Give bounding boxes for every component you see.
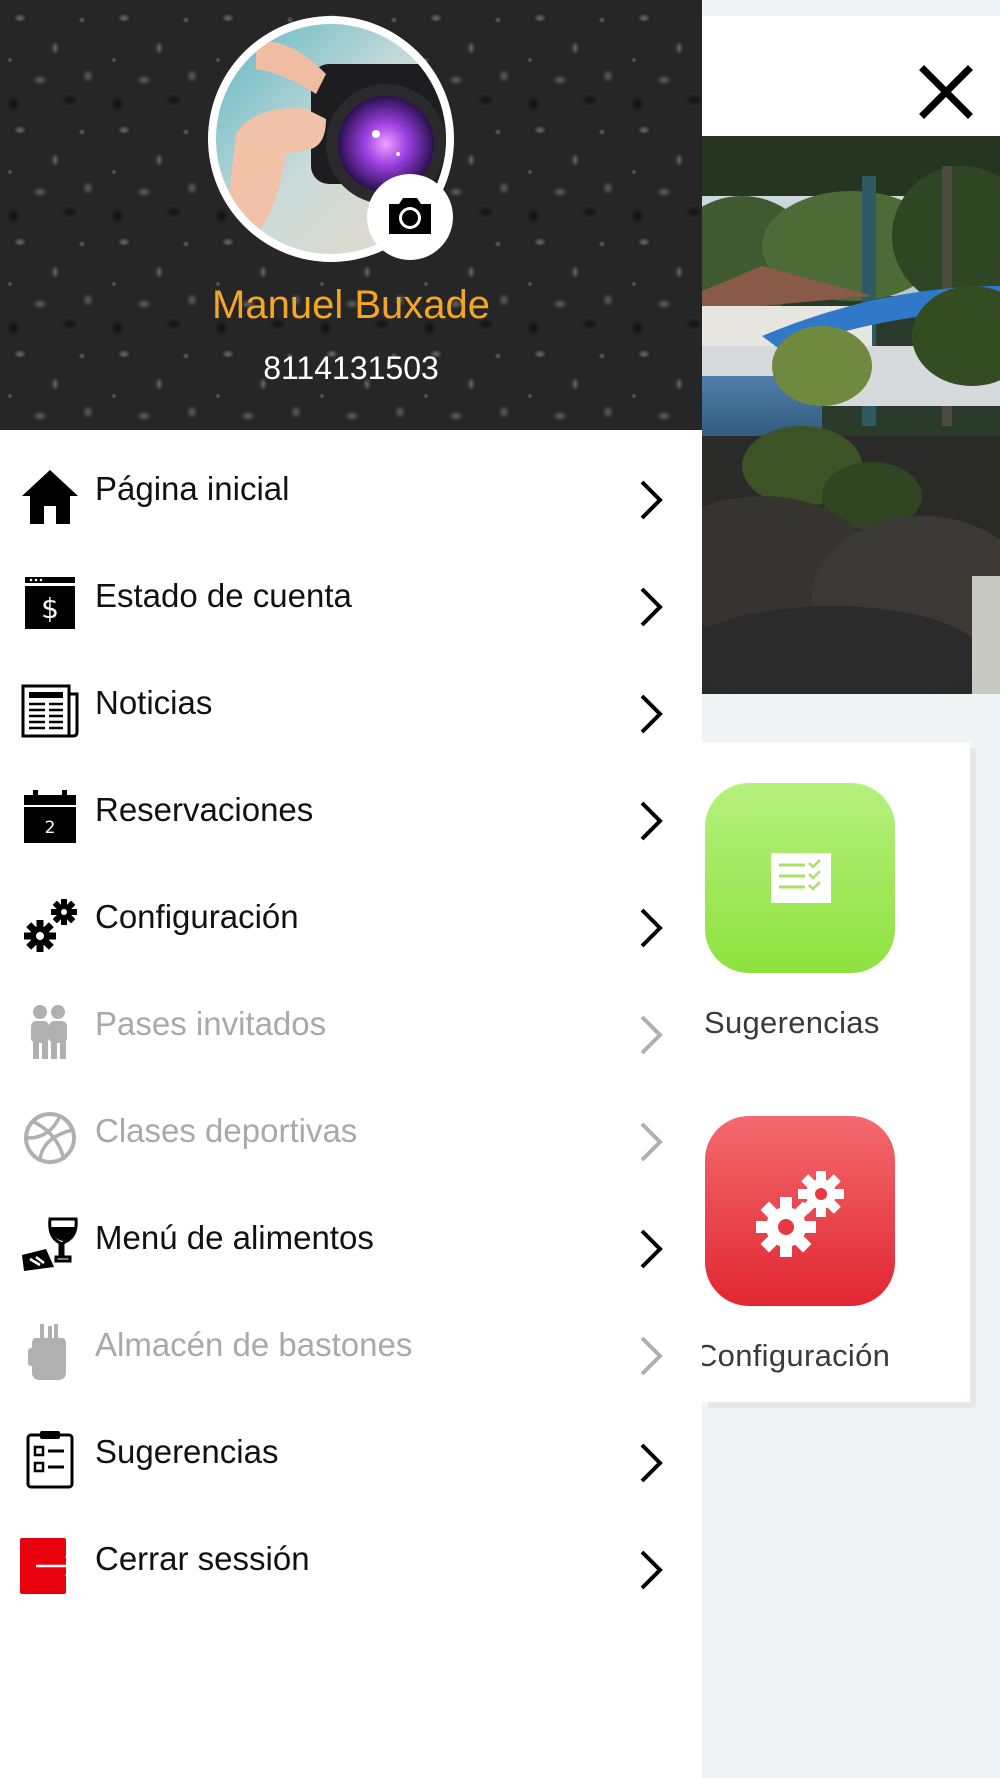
configuracion-tile-button[interactable]: [705, 1116, 895, 1306]
logout-icon: [20, 1538, 78, 1594]
camera-icon: [389, 198, 431, 234]
menu-item-configuracion[interactable]: Configuración: [0, 858, 702, 965]
change-photo-button[interactable]: [367, 174, 453, 260]
background-top-bar: [702, 16, 1000, 136]
menu-item-label: Cerrar sessión: [95, 1540, 310, 1577]
newspaper-icon: [21, 684, 79, 738]
menu-item-label: Menú de alimentos: [95, 1219, 374, 1256]
menu-item-menu-de-alimentos[interactable]: Menú de alimentos: [0, 1179, 702, 1286]
configuracion-tile-label: Configuración: [695, 1338, 891, 1373]
chevron-right-icon: [640, 587, 663, 627]
suggestions-list-icon: [771, 853, 831, 903]
sports-ball-icon: [24, 1112, 76, 1164]
guests-icon: [31, 1005, 67, 1059]
sugerencias-tile-button[interactable]: [705, 783, 895, 973]
svg-text:$: $: [41, 592, 59, 625]
menu-item-label: Almacén de bastones: [95, 1326, 413, 1363]
sugerencias-tile-label: Sugerencias: [704, 1005, 880, 1040]
menu-item-label: Pases invitados: [95, 1005, 327, 1042]
svg-text:2: 2: [45, 818, 56, 838]
menu-item-label: Noticias: [95, 684, 213, 721]
gears-icon: [24, 899, 77, 952]
menu-item-label: Configuración: [95, 898, 299, 935]
menu-item-label: Página inicial: [95, 470, 290, 507]
menu-item-label: Sugerencias: [95, 1433, 279, 1470]
calendar-icon: 2: [24, 790, 76, 843]
chevron-right-icon: [640, 1229, 663, 1269]
chevron-right-icon: [640, 694, 663, 734]
menu-item-sugerencias[interactable]: Sugerencias: [0, 1393, 702, 1500]
chevron-right-icon: [640, 1336, 663, 1376]
chevron-right-icon: [640, 1015, 663, 1055]
chevron-right-icon: [640, 1550, 663, 1590]
golf-bag-icon: [28, 1324, 66, 1380]
side-drawer: Manuel Buxade 8114131503 Página inicial …: [0, 0, 702, 1778]
menu-item-noticias[interactable]: Noticias: [0, 644, 702, 751]
menu-item-label: Estado de cuenta: [95, 577, 352, 614]
close-icon: [919, 65, 973, 119]
menu-item-pagina-inicial[interactable]: Página inicial: [0, 430, 702, 537]
drawer-header: Manuel Buxade 8114131503: [0, 0, 702, 430]
wine-glass-icon: [22, 1217, 78, 1271]
gears-icon: [756, 1171, 844, 1257]
drawer-menu: Página inicial $ Estado de cuenta Notici…: [0, 430, 702, 1607]
menu-item-pases-invitados[interactable]: Pases invitados: [0, 965, 702, 1072]
chevron-right-icon: [640, 801, 663, 841]
menu-item-reservaciones[interactable]: 2 Reservaciones: [0, 751, 702, 858]
dollar-statement-icon: $: [25, 577, 75, 629]
clipboard-icon: [26, 1431, 74, 1489]
menu-item-cerrar-sesion[interactable]: Cerrar sessión: [0, 1500, 702, 1607]
close-drawer-button[interactable]: [918, 64, 974, 120]
menu-item-estado-de-cuenta[interactable]: $ Estado de cuenta: [0, 537, 702, 644]
chevron-right-icon: [640, 1122, 663, 1162]
home-icon: [22, 470, 78, 524]
user-name: Manuel Buxade: [212, 283, 490, 327]
chevron-right-icon: [640, 480, 663, 520]
menu-item-label: Clases deportivas: [95, 1112, 358, 1149]
menu-item-clases-deportivas[interactable]: Clases deportivas: [0, 1072, 702, 1179]
chevron-right-icon: [640, 908, 663, 948]
club-pool-photo: [702, 136, 1000, 694]
menu-item-almacen-de-bastones[interactable]: Almacén de bastones: [0, 1286, 702, 1393]
menu-item-label: Reservaciones: [95, 791, 314, 828]
chevron-right-icon: [640, 1443, 663, 1483]
user-phone: 8114131503: [263, 350, 439, 386]
